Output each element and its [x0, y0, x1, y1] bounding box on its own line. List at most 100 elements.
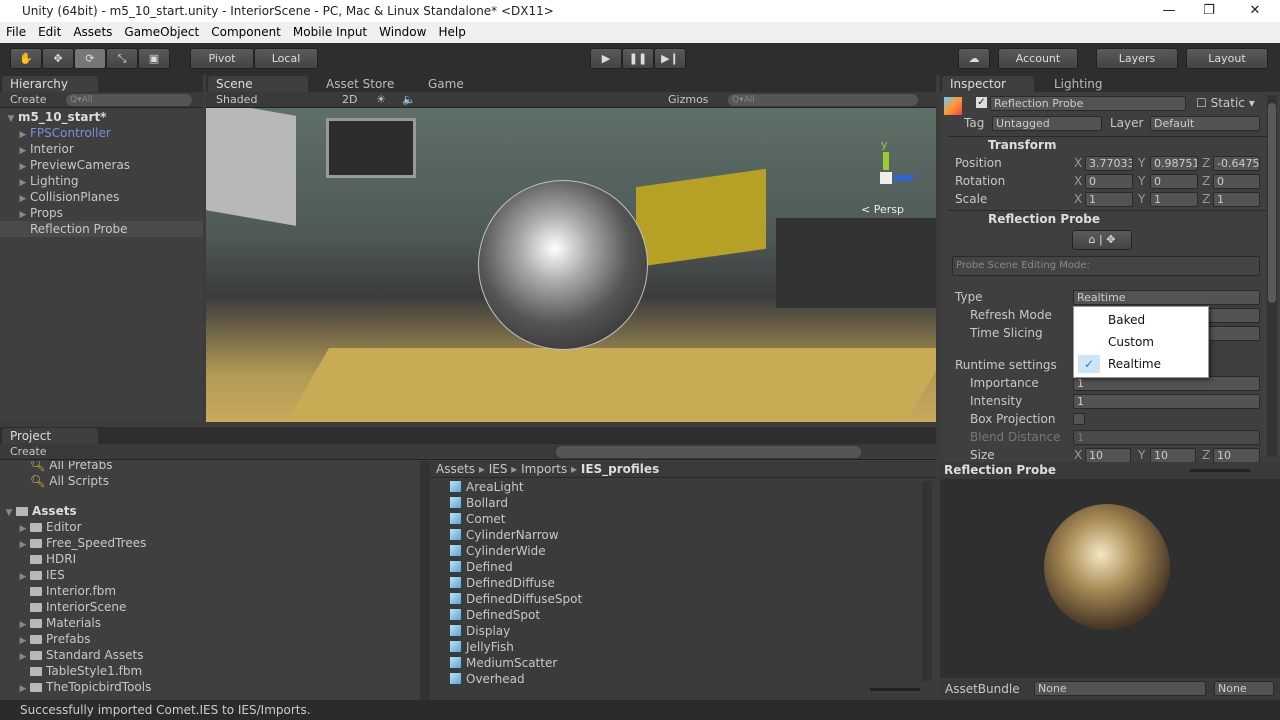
tab-lighting[interactable]: Lighting	[1046, 76, 1111, 92]
move-origin-icon[interactable]: ✥	[1106, 233, 1115, 246]
y-field[interactable]: 0	[1150, 174, 1198, 189]
create-button[interactable]: Create	[10, 92, 47, 108]
layer-dropdown[interactable]: Default	[1150, 116, 1260, 131]
layers-dropdown[interactable]: Layers	[1096, 48, 1178, 69]
preview-zoom-slider[interactable]	[1190, 469, 1250, 472]
close-button[interactable]: ✕	[1232, 0, 1278, 22]
layout-dropdown[interactable]: Layout	[1186, 48, 1268, 69]
menu-file[interactable]: File	[0, 22, 32, 43]
audio-toggle-icon[interactable]: 🔈	[402, 92, 416, 108]
blend-distance-field[interactable]: 1	[1073, 430, 1260, 445]
transform-header[interactable]: Transform	[948, 136, 1268, 153]
type-dropdown[interactable]: Realtime	[1073, 290, 1260, 305]
pause-button[interactable]: ❚❚	[622, 48, 654, 69]
x-field[interactable]: 1	[1085, 192, 1133, 207]
breadcrumb-item[interactable]: IES	[489, 462, 508, 476]
tab-hierarchy[interactable]: Hierarchy	[2, 76, 98, 92]
file-item[interactable]: CylinderWide	[430, 543, 920, 559]
hierarchy-item[interactable]: ▶ Lighting	[0, 173, 203, 189]
tab-game[interactable]: Game	[420, 76, 472, 92]
size-x-field[interactable]: 10	[1085, 448, 1131, 463]
move-tool-icon[interactable]: ✥	[42, 48, 74, 69]
hierarchy-item[interactable]: ▶ CollisionPlanes	[0, 189, 203, 205]
static-checkbox[interactable]: ☐ Static ▾	[1196, 95, 1255, 111]
assetbundle-dropdown[interactable]: None	[1034, 681, 1206, 696]
folder-item[interactable]: TableStyle1.fbm	[0, 663, 420, 679]
rotate-tool-icon[interactable]: ⟳	[74, 48, 106, 69]
importance-field[interactable]: 1	[1073, 376, 1260, 391]
x-field[interactable]: 0	[1085, 174, 1133, 189]
folder-item[interactable]: HDRI	[0, 551, 420, 567]
tab-inspector[interactable]: Inspector	[942, 76, 1034, 92]
intensity-field[interactable]: 1	[1073, 394, 1260, 409]
scene-root[interactable]: ▼ m5_10_start*	[0, 109, 203, 125]
expand-arrow-icon[interactable]: ▶	[16, 681, 30, 697]
dropdown-option[interactable]: Custom	[1074, 331, 1208, 353]
local-button[interactable]: Local	[254, 48, 318, 69]
z-field[interactable]: -0.6475	[1213, 156, 1260, 171]
folder-item[interactable]: InteriorScene	[0, 599, 420, 615]
file-item[interactable]: DefinedDiffuseSpot	[430, 591, 920, 607]
file-item[interactable]: DefinedDiffuse	[430, 575, 920, 591]
file-item[interactable]: DefinedSpot	[430, 607, 920, 623]
menu-component[interactable]: Component	[205, 22, 287, 43]
tag-dropdown[interactable]: Untagged	[992, 116, 1102, 131]
file-item[interactable]: Display	[430, 623, 920, 639]
breadcrumb-item[interactable]: IES_profiles	[581, 462, 659, 476]
project-create-button[interactable]: Create	[10, 444, 47, 460]
tab-project[interactable]: Project	[2, 428, 98, 444]
menu-mobile-input[interactable]: Mobile Input	[287, 22, 373, 43]
box-projection-checkbox[interactable]	[1073, 413, 1085, 425]
folder-item[interactable]: Interior.fbm	[0, 583, 420, 599]
folder-item[interactable]: ▶ Free_SpeedTrees	[0, 535, 420, 551]
step-button[interactable]: ▶❙	[654, 48, 686, 69]
edit-bounds-icon[interactable]: ⌂	[1089, 233, 1096, 246]
favorite-item[interactable]: 🔍︎ All Scripts	[0, 473, 420, 489]
breadcrumb-item[interactable]: Assets	[436, 462, 475, 476]
2d-toggle[interactable]: 2D	[342, 92, 357, 108]
file-item[interactable]: AreaLight	[430, 479, 920, 495]
folder-item[interactable]: ▶ Standard Assets	[0, 647, 420, 663]
scene-search[interactable]: Q▾All	[728, 94, 918, 106]
menu-edit[interactable]: Edit	[32, 22, 67, 43]
menu-assets[interactable]: Assets	[67, 22, 118, 43]
project-search[interactable]	[556, 446, 861, 458]
lighting-toggle-icon[interactable]: ☀	[376, 92, 386, 108]
cloud-icon[interactable]: ☁	[958, 48, 990, 69]
play-button[interactable]: ▶	[590, 48, 622, 69]
hierarchy-item[interactable]: Reflection Probe	[0, 221, 203, 237]
hand-tool-icon[interactable]: ✋	[10, 48, 42, 69]
scene-viewport[interactable]: y z < Persp	[206, 108, 936, 422]
hierarchy-item[interactable]: ▶ Props	[0, 205, 203, 221]
size-z-field[interactable]: 10	[1213, 448, 1260, 463]
hierarchy-item[interactable]: ▶ PreviewCameras	[0, 157, 203, 173]
folder-item[interactable]: ▶ Editor	[0, 519, 420, 535]
reflection-probe-sphere[interactable]	[478, 180, 648, 350]
size-y-field[interactable]: 10	[1150, 448, 1196, 463]
probe-edit-buttons[interactable]: ⌂ | ✥	[1072, 230, 1132, 250]
assets-root[interactable]: ▼ Assets	[0, 503, 420, 519]
file-item[interactable]: JellyFish	[430, 639, 920, 655]
persp-label[interactable]: < Persp	[861, 203, 904, 216]
y-field[interactable]: 1	[1150, 192, 1198, 207]
dropdown-option[interactable]: ✓ Realtime	[1074, 353, 1208, 375]
active-checkbox[interactable]: ✓	[976, 97, 987, 108]
menu-window[interactable]: Window	[373, 22, 432, 43]
shading-dropdown[interactable]: Shaded	[216, 92, 257, 108]
file-item[interactable]: CylinderNarrow	[430, 527, 920, 543]
favorite-item[interactable]: 🔍︎ All Prefabs	[0, 461, 420, 473]
file-item[interactable]: Defined	[430, 559, 920, 575]
dropdown-option[interactable]: Baked	[1074, 309, 1208, 331]
maximize-button[interactable]: ❐	[1186, 0, 1232, 22]
assetbundle-variant-dropdown[interactable]: None	[1214, 681, 1274, 696]
folder-item[interactable]: ▶ TheTopicbirdTools	[0, 679, 420, 695]
rect-tool-icon[interactable]: ▣	[138, 48, 170, 69]
tree-scrollbar[interactable]	[420, 461, 430, 700]
gizmos-dropdown[interactable]: Gizmos	[668, 92, 709, 108]
z-field[interactable]: 0	[1213, 174, 1260, 189]
z-field[interactable]: 1	[1213, 192, 1260, 207]
orientation-gizmo[interactable]: y z	[856, 138, 920, 208]
menu-help[interactable]: Help	[432, 22, 471, 43]
file-item[interactable]: MediumScatter	[430, 655, 920, 671]
menu-gameobject[interactable]: GameObject	[118, 22, 205, 43]
